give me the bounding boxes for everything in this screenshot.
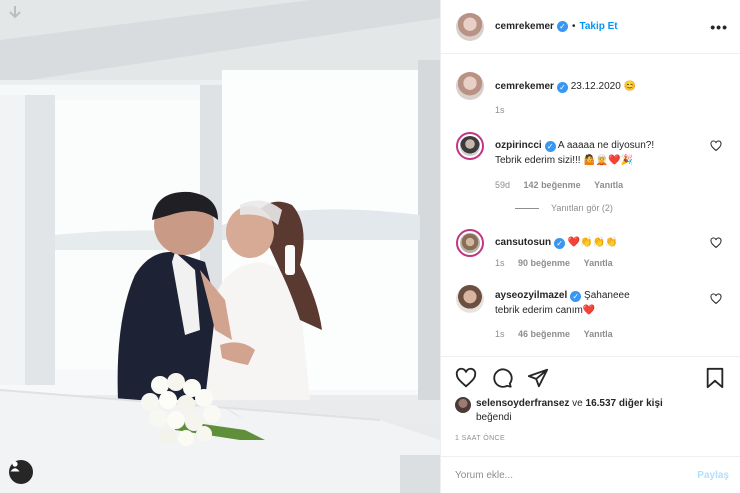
post-side-panel: cemrekemer ✓ • Takip Et ••• cemrekemer ✓ … bbox=[440, 0, 740, 493]
verified-badge-icon: ✓ bbox=[556, 82, 568, 93]
comment-likes[interactable]: 46 beğenme bbox=[518, 329, 570, 339]
download-arrow-icon[interactable] bbox=[8, 5, 22, 21]
caption-emoji: 😊 bbox=[623, 81, 637, 92]
follow-button[interactable]: Takip Et bbox=[579, 21, 617, 32]
author-avatar[interactable] bbox=[456, 12, 484, 41]
likes-summary: selensoyderfransez ve 16.537 diğer kişi … bbox=[455, 397, 726, 425]
comment-username[interactable]: ayseozyilmazel bbox=[495, 290, 567, 301]
comment-icon[interactable] bbox=[491, 367, 513, 389]
replies-divider bbox=[515, 207, 539, 209]
comment-age[interactable]: 1s bbox=[495, 329, 505, 339]
comment-input[interactable] bbox=[455, 469, 698, 481]
more-options-icon[interactable]: ••• bbox=[710, 19, 728, 35]
comment-likes[interactable]: 142 beğenme bbox=[524, 180, 581, 190]
comment-age[interactable]: 59d bbox=[495, 180, 510, 190]
post-actions: selensoyderfransez ve 16.537 diğer kişi … bbox=[441, 356, 740, 442]
liker-avatar[interactable] bbox=[455, 397, 471, 413]
verified-badge-icon: ✓ bbox=[554, 238, 566, 249]
reply-button[interactable]: Yanıtla bbox=[584, 258, 613, 268]
post-timestamp[interactable]: 1 SAAT ÖNCE bbox=[455, 435, 726, 442]
caption: cemrekemer ✓ 23.12.2020 😊 1s bbox=[456, 72, 725, 118]
view-replies[interactable]: Yanıtları gör (2) bbox=[515, 203, 725, 213]
reply-button[interactable]: Yanıtla bbox=[584, 329, 613, 339]
likes-suffix: beğendi bbox=[476, 412, 512, 423]
comment-like-heart-icon[interactable] bbox=[710, 140, 722, 152]
comment-text: A aaaaa ne diyosun?! bbox=[557, 140, 655, 151]
comment-emoji: 🤷🧝❤️🎉 bbox=[583, 155, 634, 166]
comment-text-line2: Tebrik ederim sizi!!! bbox=[495, 155, 581, 166]
comment-avatar[interactable] bbox=[456, 132, 484, 160]
likes-conjunction: ve bbox=[572, 398, 583, 409]
comment-item: cansutosun ✓ ❤️👏👏👏 1s 90 beğenme Yanıtla bbox=[456, 229, 725, 271]
comment-username[interactable]: cansutosun bbox=[495, 237, 551, 248]
user-tag-icon[interactable] bbox=[9, 460, 33, 484]
comment-text: Şahaneee bbox=[584, 290, 630, 301]
post-photo[interactable] bbox=[0, 0, 440, 493]
comment-avatar[interactable] bbox=[456, 285, 484, 313]
comments-list: cemrekemer ✓ 23.12.2020 😊 1s ozpirincci ✓ … bbox=[441, 60, 740, 355]
instagram-post-modal: cemrekemer ✓ • Takip Et ••• cemrekemer ✓ … bbox=[0, 0, 740, 493]
comment-composer: Paylaş bbox=[441, 456, 740, 493]
comment-likes[interactable]: 90 beğenme bbox=[518, 258, 570, 268]
share-icon[interactable] bbox=[527, 367, 549, 389]
author-username[interactable]: cemrekemer bbox=[495, 21, 554, 32]
comment-age[interactable]: 1s bbox=[495, 258, 505, 268]
comment-emoji: ❤️👏👏👏 bbox=[567, 237, 618, 248]
comment-item: ozpirincci ✓ A aaaaa ne diyosun?! Tebrik … bbox=[456, 132, 725, 193]
verified-badge-icon: ✓ bbox=[570, 291, 582, 302]
liker-username[interactable]: selensoyderfransez bbox=[476, 398, 569, 409]
caption-age[interactable]: 1s bbox=[495, 105, 505, 115]
heart-icon[interactable] bbox=[455, 367, 477, 389]
wedding-photo-illustration bbox=[0, 0, 440, 493]
bookmark-icon[interactable] bbox=[704, 367, 726, 389]
comment-text-line2: tebrik ederim canım bbox=[495, 305, 583, 316]
caption-username[interactable]: cemrekemer bbox=[495, 81, 554, 92]
verified-badge-icon: ✓ bbox=[544, 141, 556, 152]
caption-avatar[interactable] bbox=[456, 72, 484, 100]
header-separator: • bbox=[571, 21, 576, 32]
comment-avatar[interactable] bbox=[456, 229, 484, 257]
view-replies-label[interactable]: Yanıtları gör (2) bbox=[551, 203, 613, 213]
reply-button[interactable]: Yanıtla bbox=[594, 180, 623, 190]
likes-count[interactable]: 16.537 diğer kişi bbox=[586, 398, 663, 409]
verified-badge-icon: ✓ bbox=[556, 21, 568, 32]
post-comment-button[interactable]: Paylaş bbox=[697, 470, 729, 481]
comment-like-heart-icon[interactable] bbox=[710, 293, 722, 305]
comment-like-heart-icon[interactable] bbox=[710, 237, 722, 249]
post-header: cemrekemer ✓ • Takip Et ••• bbox=[441, 0, 740, 54]
caption-text: 23.12.2020 bbox=[570, 81, 621, 92]
comment-username[interactable]: ozpirincci bbox=[495, 140, 542, 151]
comment-emoji: ❤️ bbox=[582, 305, 596, 316]
comment-item: ayseozyilmazel ✓ Şahaneee tebrik ederim c… bbox=[456, 285, 725, 342]
